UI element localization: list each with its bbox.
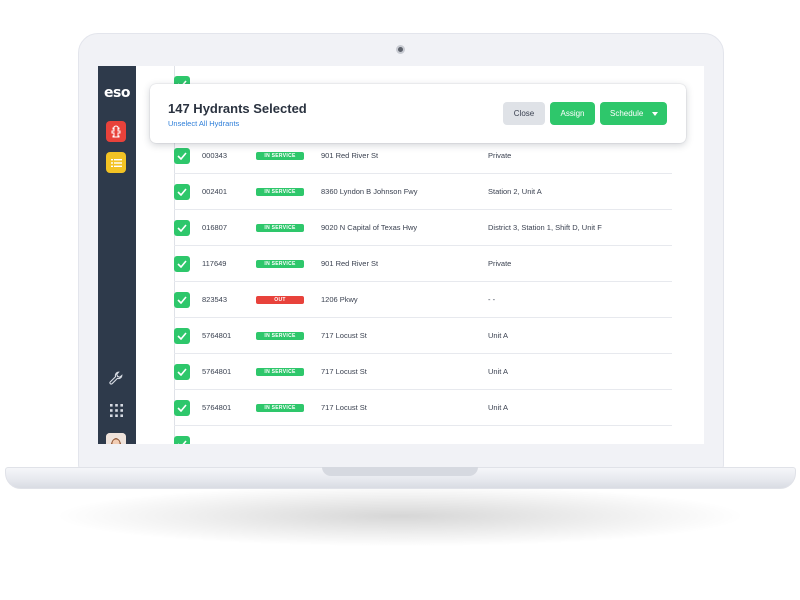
checkmark-icon bbox=[177, 296, 187, 304]
camera-icon bbox=[396, 45, 405, 54]
status-badge: IN SERVICE bbox=[256, 368, 304, 376]
checkmark-icon bbox=[178, 440, 187, 444]
hydrant-assignment: Private bbox=[488, 259, 512, 268]
hydrant-address: 717 Locust St bbox=[321, 367, 367, 376]
schedule-dropdown-button[interactable]: Schedule bbox=[600, 102, 667, 125]
selection-count-title: 147 Hydrants Selected bbox=[168, 101, 307, 116]
hydrant-assignment: Unit A bbox=[488, 331, 509, 340]
table-row[interactable] bbox=[174, 426, 672, 444]
sidebar-item-hydrants[interactable] bbox=[106, 121, 126, 142]
hydrant-id: 016807 bbox=[202, 223, 228, 232]
hydrant-address: 1206 Pkwy bbox=[321, 295, 358, 304]
hydrant-id: 5764801 bbox=[202, 403, 232, 412]
hydrant-id: 117649 bbox=[202, 259, 227, 268]
table-row[interactable]: 016807 IN SERVICE 9020 N Capital of Texa… bbox=[174, 210, 672, 246]
hydrant-assignment: Private bbox=[488, 151, 512, 160]
checkmark-icon bbox=[177, 188, 187, 196]
hydrant-assignment: - - bbox=[488, 295, 496, 304]
unselect-all-link[interactable]: Unselect All Hydrants bbox=[168, 119, 239, 128]
hydrant-id: 000343 bbox=[202, 151, 228, 160]
laptop-mockup: eso 000343 IN SERVICE 901 Red River St P… bbox=[0, 0, 800, 600]
status-badge: IN SERVICE bbox=[256, 224, 304, 232]
hydrant-address: 717 Locust St bbox=[321, 331, 367, 340]
laptop-notch bbox=[322, 467, 478, 476]
hydrant-address: 717 Locust St bbox=[321, 403, 367, 412]
row-checkbox[interactable] bbox=[174, 328, 190, 344]
status-badge: IN SERVICE bbox=[256, 332, 304, 340]
row-checkbox[interactable] bbox=[174, 184, 190, 200]
apps-grid-icon[interactable] bbox=[107, 401, 125, 419]
hydrant-address: 901 Red River St bbox=[321, 151, 379, 160]
eso-logo[interactable]: eso bbox=[98, 85, 136, 101]
hydrant-assignment: Unit A bbox=[488, 403, 509, 412]
hydrant-id: 5764801 bbox=[202, 331, 232, 340]
table-row[interactable]: 5764801 IN SERVICE 717 Locust St Unit A bbox=[174, 318, 672, 354]
hydrant-id: 823543 bbox=[202, 295, 228, 304]
table-row[interactable]: 5764801 IN SERVICE 717 Locust St Unit A bbox=[174, 354, 672, 390]
status-badge: IN SERVICE bbox=[256, 260, 304, 268]
checkmark-icon bbox=[177, 152, 187, 160]
checkmark-icon bbox=[177, 224, 187, 232]
status-badge: IN SERVICE bbox=[256, 152, 304, 160]
row-checkbox[interactable] bbox=[174, 220, 190, 236]
hydrant-icon bbox=[111, 125, 121, 138]
hydrant-address: 8360 Lyndon B Johnson Fwy bbox=[321, 187, 418, 196]
row-checkbox[interactable] bbox=[174, 148, 190, 164]
row-checkbox[interactable] bbox=[174, 436, 190, 444]
checkmark-icon bbox=[177, 404, 187, 412]
selection-banner: 147 Hydrants Selected Unselect All Hydra… bbox=[150, 84, 686, 143]
table-row[interactable]: 117649 IN SERVICE 901 Red River St Priva… bbox=[174, 246, 672, 282]
row-checkbox[interactable] bbox=[174, 400, 190, 416]
checkmark-icon bbox=[177, 332, 187, 340]
laptop-shadow bbox=[60, 486, 740, 546]
table-row[interactable]: 002401 IN SERVICE 8360 Lyndon B Johnson … bbox=[174, 174, 672, 210]
hydrant-id: 002401 bbox=[202, 187, 228, 196]
table-row[interactable]: 5764801 IN SERVICE 717 Locust St Unit A bbox=[174, 390, 672, 426]
sidebar: eso bbox=[98, 66, 136, 444]
assign-button[interactable]: Assign bbox=[550, 102, 595, 125]
hydrant-address: 9020 N Capital of Texas Hwy bbox=[321, 223, 418, 232]
wrench-icon[interactable] bbox=[107, 369, 125, 387]
status-badge: IN SERVICE bbox=[256, 404, 304, 412]
row-checkbox[interactable] bbox=[174, 292, 190, 308]
hydrant-assignment: Station 2, Unit A bbox=[488, 187, 542, 196]
sidebar-item-list[interactable] bbox=[106, 152, 126, 173]
caret-down-icon bbox=[652, 112, 658, 116]
status-badge: OUT bbox=[256, 296, 304, 304]
list-icon bbox=[110, 158, 122, 167]
hydrant-assignment: Unit A bbox=[488, 367, 509, 376]
user-avatar[interactable] bbox=[106, 433, 126, 444]
checkmark-icon bbox=[177, 368, 187, 376]
row-checkbox[interactable] bbox=[174, 256, 190, 272]
table-row[interactable]: 000343 IN SERVICE 901 Red River St Priva… bbox=[174, 138, 672, 174]
table-row[interactable]: 823543 OUT 1206 Pkwy - - bbox=[174, 282, 672, 318]
row-checkbox[interactable] bbox=[174, 364, 190, 380]
hydrant-id: 5764801 bbox=[202, 367, 232, 376]
schedule-label: Schedule bbox=[610, 109, 644, 118]
hydrant-assignment: District 3, Station 1, Shift D, Unit F bbox=[488, 223, 602, 232]
hydrant-address: 901 Red River St bbox=[321, 259, 379, 268]
close-button[interactable]: Close bbox=[503, 102, 545, 125]
status-badge: IN SERVICE bbox=[256, 188, 304, 196]
checkmark-icon bbox=[177, 260, 187, 268]
